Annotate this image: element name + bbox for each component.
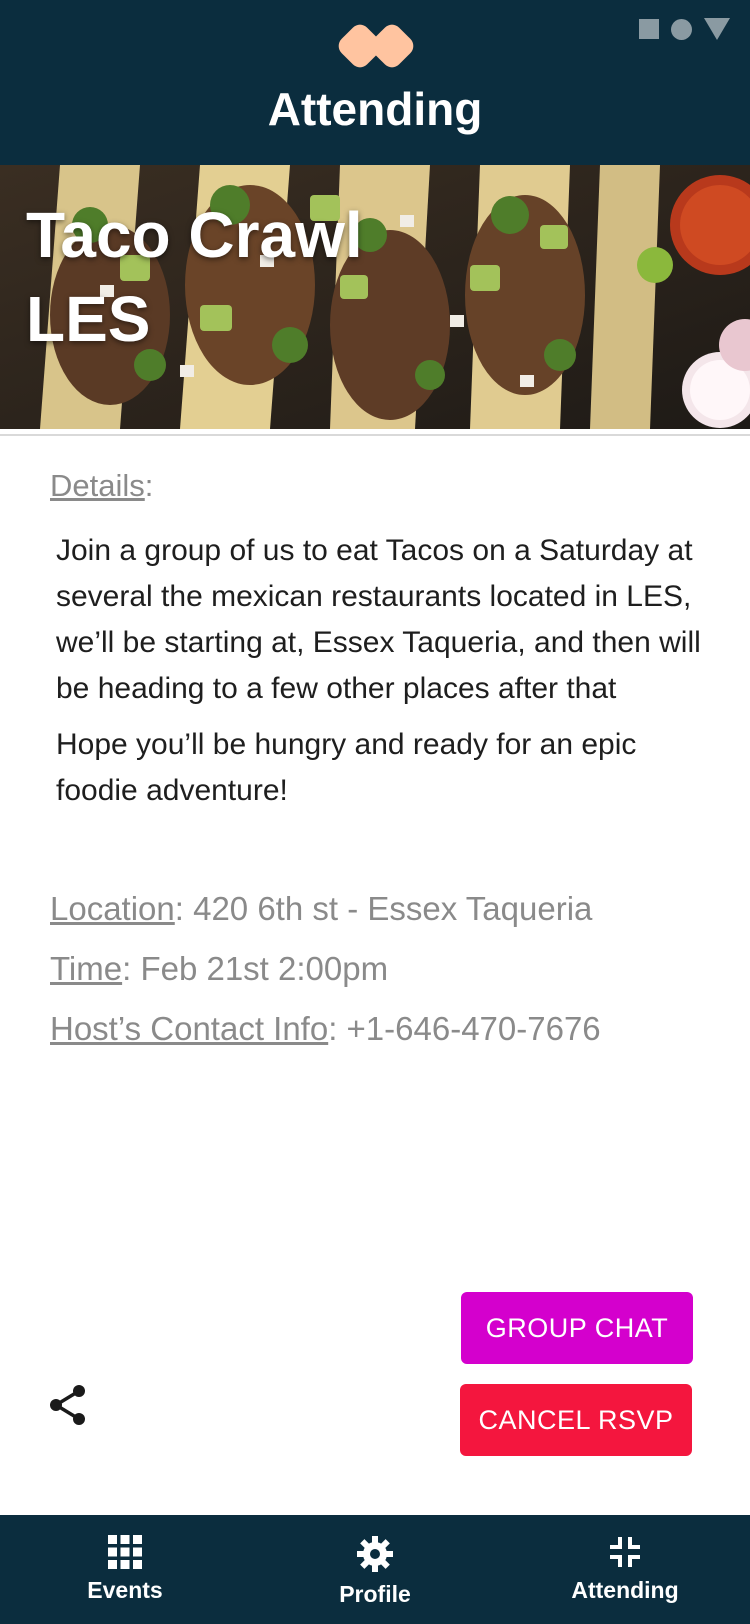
triangle-icon [704, 18, 730, 40]
time-row: Time: Feb 21st 2:00pm [50, 950, 388, 988]
gear-icon [357, 1536, 393, 1572]
contact-row: Host’s Contact Info: +1-646-470-7676 [50, 1010, 601, 1048]
nav-item-profile[interactable]: Profile [250, 1515, 500, 1624]
time-label: Time [50, 950, 123, 987]
divider [0, 434, 750, 436]
nav-label-events: Events [87, 1577, 163, 1603]
square-icon [639, 19, 659, 39]
app-header: Attending [0, 0, 750, 165]
details-label: Details: [50, 468, 154, 503]
location-label: Location [50, 890, 175, 927]
location-value: : 420 6th st - Essex Taqueria [174, 890, 593, 927]
grid-icon [108, 1535, 142, 1569]
time-value: : Feb 21st 2:00pm [122, 950, 389, 987]
circle-icon [671, 18, 692, 40]
group-chat-button[interactable]: GROUP CHAT [461, 1292, 693, 1364]
event-hero-image: Taco Crawl LES [0, 165, 750, 429]
nav-label-profile: Profile [339, 1581, 411, 1607]
description-paragraph: Join a group of us to eat Tacos on a Sat… [56, 534, 701, 705]
nav-item-attending[interactable]: Attending [500, 1515, 750, 1624]
event-title: Taco Crawl LES [26, 193, 446, 361]
details-label-text: Details [50, 468, 145, 503]
nav-item-events[interactable]: Events [0, 1515, 250, 1624]
contact-value[interactable]: : +1-646-470-7676 [328, 1010, 600, 1047]
nav-label-attending: Attending [571, 1577, 679, 1603]
page-title: Attending [267, 83, 483, 135]
status-bar-icons [639, 18, 730, 40]
event-title-line-2: LES [26, 283, 151, 355]
share-icon[interactable] [48, 1384, 88, 1426]
event-title-line-1: Taco Crawl [26, 199, 363, 271]
location-row: Location: 420 6th st - Essex Taqueria [50, 890, 592, 928]
bottom-nav: Events Profile Attending [0, 1515, 750, 1624]
contact-label: Host’s Contact Info [50, 1010, 329, 1047]
cancel-rsvp-button[interactable]: CANCEL RSVP [460, 1384, 692, 1456]
description-paragraph: Hope you’ll be hungry and ready for an e… [56, 728, 637, 807]
event-description: Join a group of us to eat Tacos on a Sat… [56, 528, 726, 824]
collapse-icon [610, 1537, 640, 1567]
app-logo-icon [338, 24, 414, 68]
